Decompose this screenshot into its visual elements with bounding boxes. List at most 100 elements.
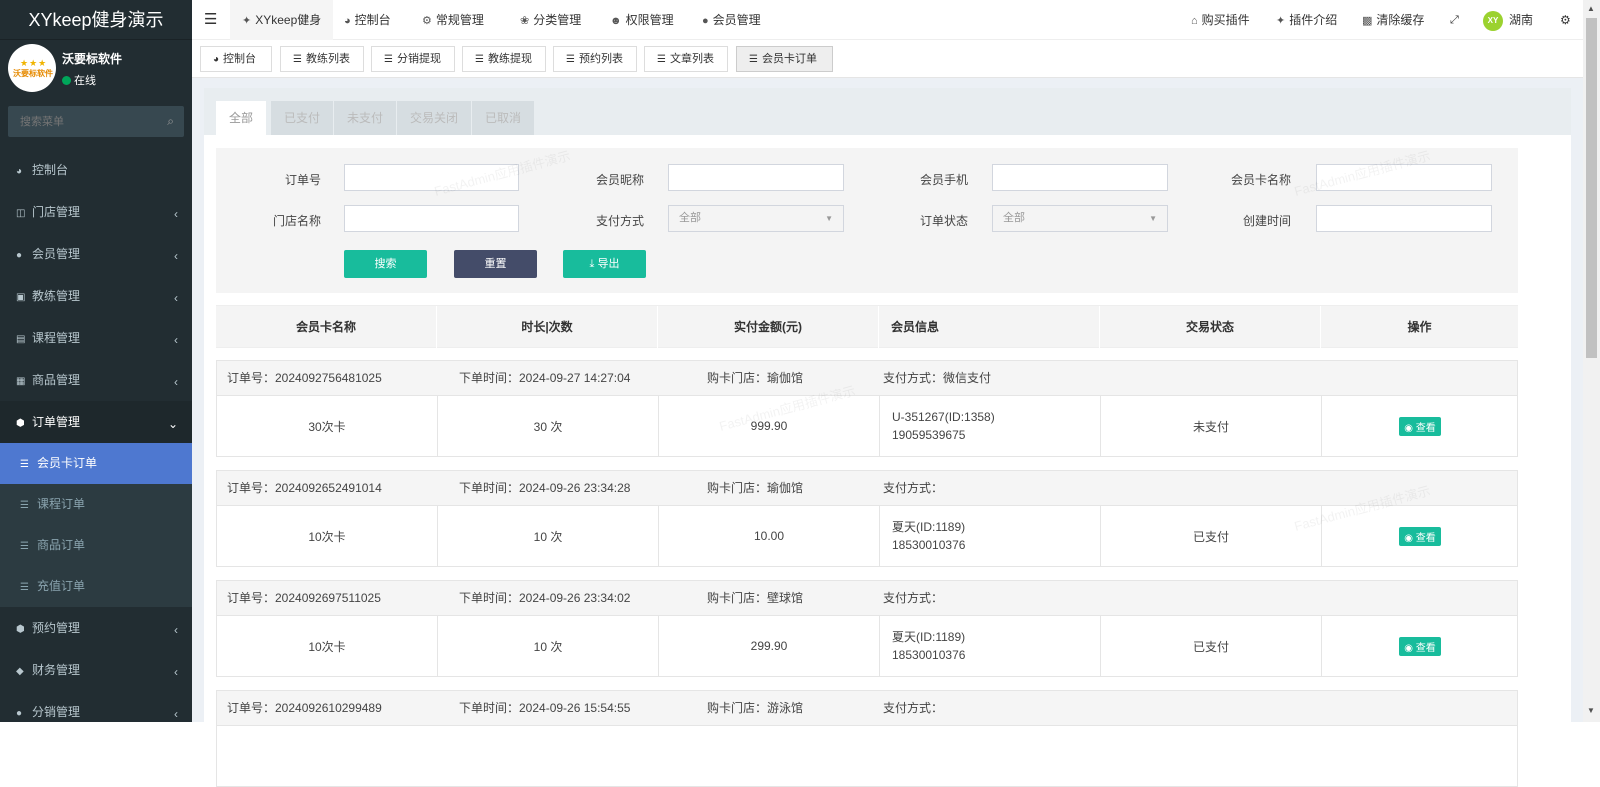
store-name-label: 门店名称	[272, 214, 321, 228]
topnav-label: 湖南	[1509, 13, 1534, 27]
topnav-label: 插件介绍	[1289, 13, 1338, 27]
sidebar-subitem-course-order[interactable]: ☰ 课程订单	[0, 484, 192, 525]
order-pay-method: 支付方式：	[883, 591, 944, 605]
tab-coach-withdraw[interactable]: ☰ 教练提现	[462, 46, 546, 72]
store-name-input[interactable]	[344, 205, 519, 232]
order-no-input[interactable]	[344, 164, 519, 191]
dashboard-icon: ◕	[213, 54, 220, 65]
order-count: 30 次	[438, 396, 659, 456]
tab-article-list[interactable]: ☰ 文章列表	[644, 46, 728, 72]
view-button[interactable]: ◉ 查看	[1399, 416, 1441, 436]
card-name-input[interactable]	[1316, 164, 1492, 191]
status-tab-all[interactable]: 全部	[216, 101, 267, 135]
main-content: 全部 已支付 未支付 交易关闭 已取消 订单号 会员昵称 会员手机 会员卡名称 …	[192, 78, 1583, 787]
settings-gears-icon[interactable]: ⚙	[1560, 0, 1571, 40]
tab-coach-list[interactable]: ☰ 教练列表	[280, 46, 364, 72]
sidebar-subitem-label: 充值订单	[37, 579, 86, 593]
order-actions: ◉ 查看	[1322, 616, 1518, 676]
sidebar-subitem-card-order[interactable]: ☰ 会员卡订单	[0, 443, 192, 484]
scroll-down-icon[interactable]: ▼	[1587, 706, 1595, 715]
view-button[interactable]: ◉ 查看	[1399, 526, 1441, 546]
topnav-item-general[interactable]: ⚙ 常规管理	[422, 0, 484, 40]
topnav-item-auth[interactable]: ☻ 权限管理	[610, 0, 674, 40]
sidebar-item-course[interactable]: ▤ 课程管理 ‹	[0, 317, 192, 359]
order-row: 订单号：2024092610299489 下单时间：2024-09-26 15:…	[216, 690, 1518, 787]
status-tab-cancelled[interactable]: 已取消	[472, 101, 535, 135]
tab-distribution-withdraw[interactable]: ☰ 分销提现	[371, 46, 455, 72]
sidebar-subitem-label: 商品订单	[37, 538, 86, 552]
topnav-item-home[interactable]: ✦ XYkeep健身	[230, 0, 334, 40]
trash-icon: ▩	[1362, 15, 1373, 27]
nickname-label: 会员昵称	[595, 173, 644, 187]
sidebar-subitem-recharge-order[interactable]: ☰ 充值订单	[0, 566, 192, 607]
order-status-value: 全部	[1003, 212, 1025, 224]
order-member-info: 夏天(ID:1189) 18530010376	[880, 616, 1101, 676]
col-status: 交易状态	[1100, 306, 1321, 349]
tab-label: 控制台	[223, 53, 257, 65]
status-tab-closed[interactable]: 交易关闭	[397, 101, 472, 135]
menu-search-input[interactable]	[8, 106, 184, 137]
sidebar-item-distribution[interactable]: ● 分销管理 ‹	[0, 691, 192, 722]
region-avatar: XY	[1483, 10, 1503, 31]
sidebar-item-store[interactable]: ◫ 门店管理 ‹	[0, 191, 192, 233]
tab-dashboard[interactable]: ◕ 控制台	[200, 46, 272, 72]
sidebar-item-member[interactable]: ● 会员管理 ‹	[0, 233, 192, 275]
topnav-clear-cache[interactable]: ▩ 清除缓存	[1362, 0, 1424, 40]
sidebar-item-order[interactable]: ⬢ 订单管理 ⌄	[0, 401, 192, 443]
order-row-body: 10次卡 10 次 10.00 夏天(ID:1189) 18530010376 已…	[217, 506, 1517, 566]
dashboard-icon: ◕	[16, 166, 23, 177]
user-icon: ●	[16, 250, 23, 261]
tab-booking-list[interactable]: ☰ 预约列表	[553, 46, 637, 72]
sidebar-subitem-goods-order[interactable]: ☰ 商品订单	[0, 525, 192, 566]
order-store: 购卡门店：游泳馆	[707, 701, 804, 715]
topnav-buy-plugin[interactable]: ⌂ 购买插件	[1191, 0, 1250, 40]
pay-method-label: 支付方式	[595, 214, 644, 228]
list-icon: ☰	[475, 54, 484, 65]
order-no: 订单号：2024092756481025	[227, 371, 382, 385]
export-button[interactable]: ⤓ 导出	[563, 250, 646, 278]
tab-label: 预约列表	[578, 53, 623, 65]
page-scrollbar[interactable]: ▲ ▼	[1583, 0, 1600, 722]
topnav-label: 控制台	[354, 13, 391, 27]
topnav-item-dashboard[interactable]: ◕ 控制台	[344, 0, 391, 40]
search-icon[interactable]: ⌕	[167, 114, 174, 129]
nickname-input[interactable]	[668, 164, 844, 191]
app-logo[interactable]: XYkeep健身演示	[0, 0, 192, 40]
member-phone: 18530010376	[892, 648, 966, 662]
created-input[interactable]	[1316, 205, 1492, 232]
topnav-item-category[interactable]: ❀ 分类管理	[520, 0, 581, 40]
col-member: 会员信息	[879, 306, 1100, 349]
sidebar-item-coach[interactable]: ▣ 教练管理 ‹	[0, 275, 192, 317]
user-status: 在线	[62, 72, 96, 88]
table-header: 会员卡名称 时长|次数 实付金额(元) 会员信息 交易状态 操作	[216, 305, 1518, 349]
sidebar-item-booking[interactable]: ⬢ 预约管理 ‹	[0, 607, 192, 649]
sidebar-item-dashboard[interactable]: ◕ 控制台	[0, 149, 192, 191]
fullscreen-icon[interactable]: ⤢	[1450, 0, 1459, 40]
pay-method-select[interactable]: 全部 ▼	[668, 205, 844, 232]
scroll-up-icon[interactable]: ▲	[1587, 4, 1595, 13]
sidebar-item-label: 订单管理	[32, 415, 81, 429]
tab-label: 文章列表	[669, 53, 714, 65]
member-phone: 19059539675	[892, 428, 966, 442]
sidebar-item-finance[interactable]: ◆ 财务管理 ‹	[0, 649, 192, 691]
scrollbar-thumb[interactable]	[1586, 18, 1597, 358]
topnav-region[interactable]: XY 湖南	[1483, 0, 1533, 40]
order-status-select[interactable]: 全部 ▼	[992, 205, 1168, 232]
status-tab-unpaid[interactable]: 未支付	[334, 101, 397, 135]
export-label: 导出	[597, 258, 620, 270]
topnav-plugin-intro[interactable]: ✦ 插件介绍	[1276, 0, 1337, 40]
status-tab-paid[interactable]: 已支付	[271, 101, 334, 135]
tab-card-order[interactable]: ☰ 会员卡订单	[736, 46, 833, 72]
sidebar-item-goods[interactable]: ▦ 商品管理 ‹	[0, 359, 192, 401]
reset-button[interactable]: 重置	[454, 250, 537, 278]
topnav-label: 分类管理	[533, 13, 582, 27]
group-icon: ☻	[610, 15, 622, 27]
list-icon: ☰	[20, 459, 29, 470]
search-button[interactable]: 搜索	[344, 250, 427, 278]
topnav-item-member[interactable]: ● 会员管理	[702, 0, 761, 40]
view-button[interactable]: ◉ 查看	[1399, 636, 1441, 656]
sidebar-item-label: 门店管理	[32, 205, 81, 219]
dashboard-icon: ◕	[344, 15, 351, 27]
sidebar-toggle-icon[interactable]: ☰	[204, 0, 217, 40]
phone-input[interactable]	[992, 164, 1168, 191]
